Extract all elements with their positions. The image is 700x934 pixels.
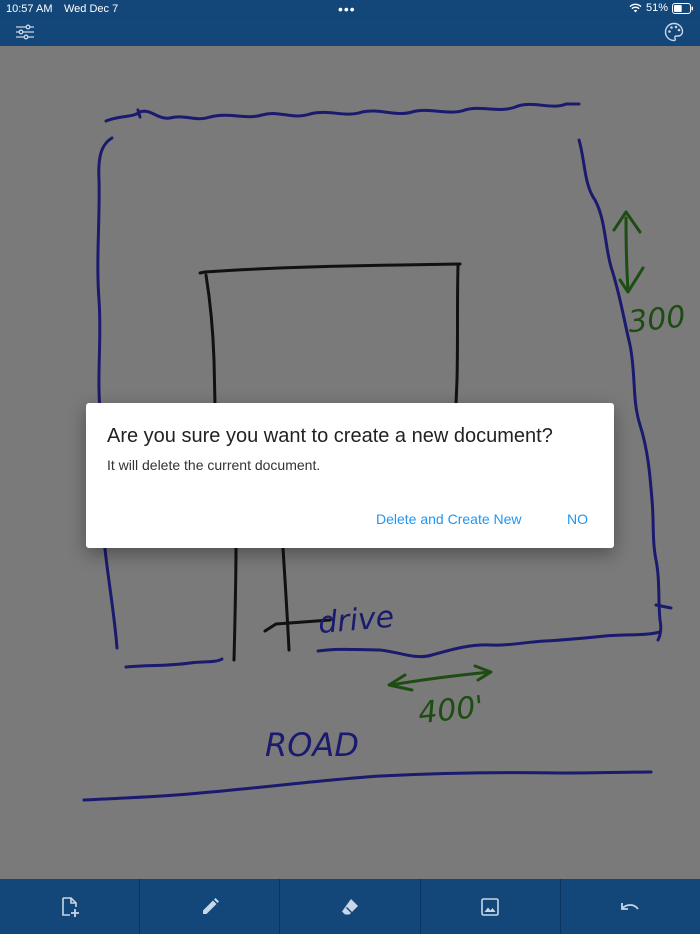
width-label: 400' [417, 690, 486, 732]
palette-icon[interactable] [664, 22, 684, 42]
depth-label: 300 [627, 299, 688, 340]
battery-percent: 51% [645, 2, 668, 14]
delete-and-create-new-button[interactable]: Delete and Create New [376, 511, 522, 527]
dialog-title: Are you sure you want to create a new do… [107, 425, 553, 447]
pencil-icon [202, 897, 219, 914]
sliders-icon[interactable] [15, 22, 35, 42]
drive-label: drive [317, 600, 396, 641]
bottom-toolbar [0, 879, 700, 934]
wifi-icon [629, 3, 642, 13]
road-label: ROAD [265, 726, 359, 764]
image-button[interactable] [421, 879, 561, 934]
new-document-icon [61, 896, 79, 917]
no-button[interactable]: NO [567, 511, 588, 527]
multitask-dots[interactable]: ••• [338, 1, 356, 17]
eraser-icon [342, 898, 358, 914]
undo-icon [621, 902, 640, 910]
battery-icon [672, 2, 693, 14]
new-document-button[interactable] [0, 879, 141, 934]
dialog-message: It will delete the current document. [107, 457, 321, 473]
status-time: 10:57 AM [6, 3, 53, 15]
pencil-button[interactable] [140, 879, 281, 934]
status-right: 51% [629, 2, 694, 14]
confirm-new-document-dialog: Are you sure you want to create a new do… [86, 403, 614, 548]
image-icon [481, 897, 500, 916]
eraser-button[interactable] [280, 879, 421, 934]
status-bar: 10:57 AM Wed Dec 7 ••• 51% [0, 0, 700, 18]
status-date: Wed Dec 7 [64, 3, 119, 15]
top-toolbar [0, 18, 700, 46]
undo-button[interactable] [561, 879, 700, 934]
